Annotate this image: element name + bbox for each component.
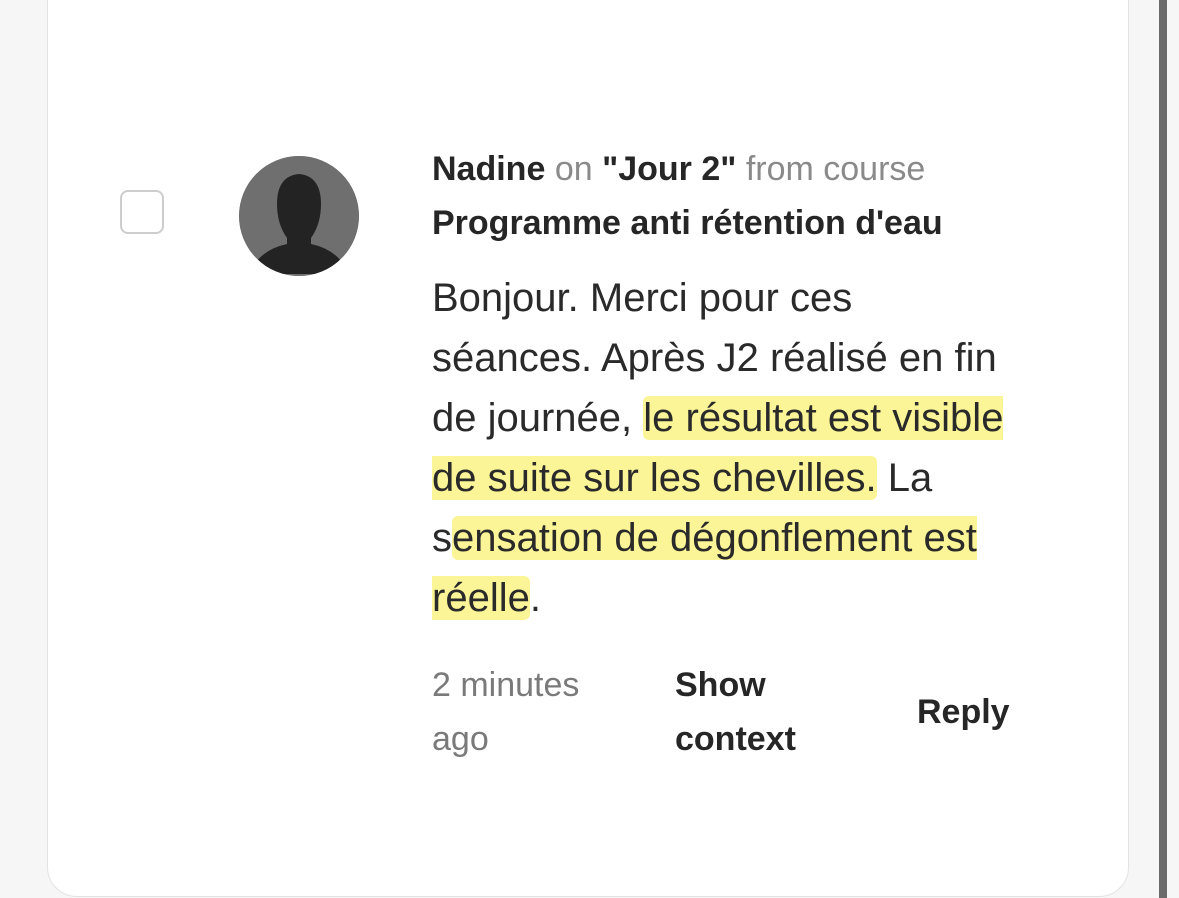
lesson-title[interactable]: "Jour 2" xyxy=(602,150,736,188)
avatar xyxy=(239,156,359,276)
select-comment-checkbox[interactable] xyxy=(120,190,164,234)
comment-timestamp: 2 minutes ago xyxy=(432,666,580,758)
comment-author[interactable]: Nadine xyxy=(432,150,545,188)
course-title[interactable]: Programme anti rétention d'eau xyxy=(432,204,943,242)
highlighted-text-2: ensation de dégonflement est réelle xyxy=(432,516,977,620)
comment-meta: Nadine on "Jour 2" from course Programme… xyxy=(432,142,1032,250)
from-course-text: from course xyxy=(745,150,926,188)
show-context-link[interactable]: Show context xyxy=(675,658,835,766)
comment-actions: 2 minutes ago Show context Reply xyxy=(432,658,1032,768)
user-silhouette-icon xyxy=(239,156,359,276)
scrollbar-edge[interactable] xyxy=(1159,0,1167,898)
comment-body: Bonjour. Merci pour ces séances. Après J… xyxy=(432,268,1012,628)
comment-content: Nadine on "Jour 2" from course Programme… xyxy=(432,142,1032,628)
on-text: on xyxy=(554,150,593,188)
comment-body-part3: . xyxy=(529,576,541,620)
reply-link[interactable]: Reply xyxy=(917,685,1010,739)
